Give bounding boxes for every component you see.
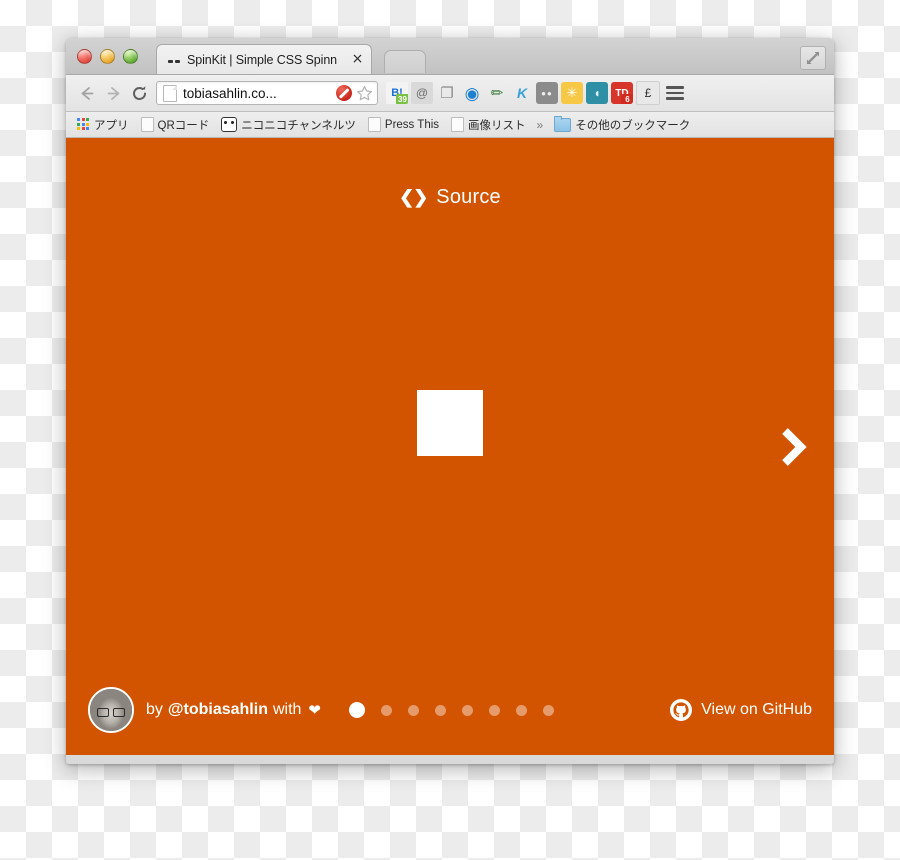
heart-icon: ❤ — [308, 702, 321, 719]
chevron-right-icon — [782, 427, 807, 466]
at-symbol-icon: @ — [415, 86, 429, 100]
bookmark-label: ニコニコチャンネルツ — [241, 119, 356, 132]
window-traffic-lights — [77, 49, 138, 64]
browser-globe-extension[interactable]: ◉ — [461, 82, 483, 104]
asterisk-extension[interactable]: ✳ — [561, 82, 583, 104]
hatena-badge-count: 39 — [396, 94, 408, 104]
code-brackets-icon: ❮❯ — [399, 187, 428, 207]
slide-dots — [349, 702, 554, 718]
slide-dot-1[interactable] — [349, 702, 365, 718]
hamburger-line — [666, 97, 684, 100]
hamburger-line — [666, 86, 684, 89]
credit-prefix: by — [146, 701, 163, 718]
hatena-bookmark-extension[interactable]: B! 39 — [386, 82, 408, 104]
author-credit: by @tobiasahlin with ❤ — [146, 701, 321, 719]
page-viewport: ❮❯ Source by @tobiasahlin with ❤ View on… — [66, 138, 834, 755]
bookmark-label: アプリ — [94, 119, 129, 132]
tab-title: SpinKit | Simple CSS Spinn — [187, 52, 338, 67]
todoist-badge-count: 6 — [621, 94, 633, 104]
pound-currency-extension[interactable]: £ — [636, 81, 660, 105]
source-link[interactable]: ❮❯ Source — [66, 186, 834, 209]
pound-icon: £ — [644, 86, 652, 100]
address-bar[interactable]: tobiasahlin.co... — [156, 81, 378, 105]
document-icon — [140, 117, 154, 132]
slide-dot-5[interactable] — [462, 704, 473, 716]
wave-extension[interactable]: ◖ — [586, 82, 608, 104]
window-manager-extension[interactable]: ❐ — [436, 82, 458, 104]
todoist-extension[interactable]: TD 6 — [611, 82, 633, 104]
kei-script-icon: K — [516, 85, 528, 101]
page-footer: by @tobiasahlin with ❤ View on GitHub — [66, 685, 834, 735]
apps-grid-icon — [77, 118, 90, 131]
other-bookmarks-label: その他のブックマーク — [575, 119, 691, 132]
folder-icon — [554, 115, 572, 132]
bookmark-press-this[interactable]: Press This — [363, 115, 444, 134]
rotating-plane-spinner — [417, 390, 483, 456]
globe-icon: ◉ — [464, 83, 480, 103]
niconico-icon — [221, 117, 238, 132]
tab-strip: SpinKit | Simple CSS Spinn × — [66, 38, 834, 75]
avatar-glasses — [97, 708, 125, 717]
zoom-window-button[interactable] — [123, 49, 138, 64]
bookmark-apps[interactable]: アプリ — [72, 115, 134, 135]
chrome-menu-button[interactable] — [663, 81, 687, 105]
credit-suffix: with — [272, 701, 302, 718]
slide-dot-2[interactable] — [381, 704, 392, 716]
slide-dot-8[interactable] — [543, 704, 554, 716]
page-document-icon — [163, 84, 177, 102]
browser-tab[interactable]: SpinKit | Simple CSS Spinn × — [156, 44, 372, 74]
bookmark-niconico[interactable]: ニコニコチャンネルツ — [216, 115, 361, 135]
spinner-dashes-icon — [167, 52, 182, 67]
hamburger-line — [666, 91, 684, 95]
close-icon[interactable]: × — [350, 52, 365, 67]
minimize-window-button[interactable] — [100, 49, 115, 64]
fullscreen-button[interactable] — [800, 46, 826, 70]
github-mark-icon — [670, 699, 693, 721]
source-link-label: Source — [436, 186, 501, 208]
document-icon — [367, 117, 381, 132]
color-picker-extension[interactable]: ✏ — [486, 82, 508, 104]
bookmark-image-list[interactable]: 画像リスト — [446, 115, 531, 135]
author-handle[interactable]: @tobiasahlin — [168, 701, 268, 719]
blocked-plugin-icon[interactable] — [336, 85, 352, 101]
browser-window: SpinKit | Simple CSS Spinn × tobiasahlin… — [66, 38, 834, 764]
reload-button[interactable] — [126, 80, 152, 106]
url-text[interactable]: tobiasahlin.co... — [183, 86, 336, 101]
arrow-left-icon — [81, 86, 93, 100]
document-icon — [451, 117, 465, 132]
new-tab-button[interactable] — [384, 50, 426, 73]
bookmark-label: 画像リスト — [468, 119, 526, 132]
extensions-bar: B! 39 @ ❐ ◉ ✏ K ●● ✳ ◖ TD 6 £ — [386, 81, 687, 105]
evernote-clipper-extension[interactable]: @ — [411, 82, 433, 104]
expand-arrows-icon — [807, 52, 819, 64]
back-button[interactable] — [74, 80, 100, 106]
reload-icon — [132, 85, 146, 100]
next-slide-arrow[interactable] — [776, 425, 810, 469]
stacked-windows-icon: ❐ — [440, 84, 454, 102]
browser-toolbar: tobiasahlin.co... B! 39 @ ❐ ◉ ✏ K ●● ✳ ◖… — [66, 75, 834, 112]
slide-dot-4[interactable] — [435, 704, 446, 716]
forward-button[interactable] — [100, 80, 126, 106]
slide-dot-6[interactable] — [489, 704, 500, 716]
bookmark-label: QRコード — [157, 119, 210, 132]
asterisk-icon: ✳ — [566, 85, 578, 100]
view-on-github-link[interactable]: View on GitHub — [670, 699, 812, 721]
slide-dot-3[interactable] — [408, 704, 419, 716]
dual-circles-icon: ●● — [541, 88, 553, 98]
kei-script-extension[interactable]: K — [511, 82, 533, 104]
bookmark-label: Press This — [384, 118, 440, 131]
eyedropper-icon: ✏ — [490, 84, 504, 102]
other-bookmarks-folder[interactable]: その他のブックマーク — [549, 115, 695, 135]
github-link-label: View on GitHub — [701, 701, 812, 718]
arrow-right-icon — [107, 86, 119, 100]
avatar — [88, 687, 134, 733]
star-icon[interactable] — [356, 85, 373, 102]
dual-panel-extension[interactable]: ●● — [536, 82, 558, 104]
bookmark-qrcode[interactable]: QRコード — [136, 115, 215, 135]
bookmarks-bar: アプリ QRコード ニコニコチャンネルツ Press This 画像リスト » … — [66, 112, 834, 138]
wave-icon: ◖ — [593, 86, 601, 100]
close-window-button[interactable] — [77, 49, 92, 64]
bookmarks-overflow-button[interactable]: » — [533, 118, 548, 132]
slide-dot-7[interactable] — [516, 704, 527, 716]
